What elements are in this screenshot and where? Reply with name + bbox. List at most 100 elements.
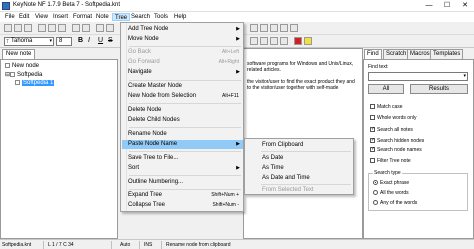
menu-item-navigate[interactable]: Navigate ▶ (122, 68, 243, 77)
options-icon[interactable] (280, 24, 288, 32)
highlight-icon[interactable] (304, 37, 312, 45)
font-select[interactable]: T Tahoma ▾ (4, 37, 54, 46)
match-case-checkbox[interactable]: Match case (370, 104, 403, 110)
submenu-item-as-date-and-time[interactable]: As Date and Time (246, 174, 353, 183)
style-icon[interactable] (270, 24, 278, 32)
maximize-button[interactable]: ☐ (438, 0, 456, 12)
tab-macros[interactable]: Macros (407, 49, 433, 59)
checkbox-checked-icon (370, 146, 375, 153)
new-file-icon[interactable] (4, 24, 12, 32)
node-icon (10, 71, 16, 77)
menu-item-delete-child-nodes[interactable]: Delete Child Nodes (122, 116, 243, 125)
checkbox-checked-icon (370, 126, 375, 133)
chevron-down-icon[interactable]: ▾ (463, 73, 466, 79)
menu-item-go-back[interactable]: Go Back Alt+Left (122, 48, 243, 57)
menu-item-expand-tree[interactable]: Expand Tree Shift+Num + (122, 191, 243, 200)
menu-item-paste-node-name[interactable]: Paste Node Name ▶ (122, 140, 243, 149)
help-icon[interactable] (290, 24, 298, 32)
word-wrap-icon[interactable] (260, 24, 268, 32)
note-tabs: New note (0, 48, 120, 59)
any-of-the-words-radio[interactable]: Any of the words (373, 200, 417, 206)
filter-tree-note-checkbox[interactable]: Filter Tree note (370, 158, 411, 164)
menu-item-rename-node[interactable]: Rename Node (122, 130, 243, 139)
radio-icon (373, 200, 378, 206)
indent-icon[interactable] (270, 37, 278, 45)
copy-icon[interactable] (48, 24, 56, 32)
menu-item-move-node[interactable]: Move Node ▶ (122, 35, 243, 44)
font-color-icon[interactable] (294, 37, 302, 45)
tree-toggle-icon[interactable] (250, 24, 258, 32)
redo-icon[interactable] (82, 24, 90, 32)
menu-bar: File Edit View Insert Format Note Tree S… (0, 12, 474, 22)
tab-scratch[interactable]: Scratch (383, 49, 410, 59)
numbered-list-icon[interactable] (260, 37, 268, 45)
submenu-item-from-selected-text[interactable]: From Selected Text (246, 186, 353, 195)
menu-search[interactable]: Search (129, 13, 152, 21)
all-the-words-radio[interactable]: All the words (373, 190, 409, 196)
find-text-input[interactable]: ▾ (368, 72, 468, 81)
menu-item-sort[interactable]: Sort ▶ (122, 164, 243, 173)
resource-tabs: Find Scratch Macros Templates (363, 48, 474, 59)
menu-item-outline-numbering[interactable]: Outline Numbering... (122, 178, 243, 187)
tree-node-new-node[interactable]: New node (5, 62, 39, 70)
menu-item-delete-node[interactable]: Delete Node (122, 106, 243, 115)
find-icon[interactable] (96, 24, 104, 32)
status-bar: Softpedia.knt L 1 / 7 C 34 Auto INS Rena… (0, 239, 474, 249)
underline-button[interactable]: U (98, 36, 103, 46)
tree-menu-dropdown: Add Tree Node ▶ Move Node ▶ Go Back Alt+Lef… (120, 22, 244, 212)
menu-item-create-master-node[interactable]: Create Master Node (122, 82, 243, 91)
status-ins: INS (142, 241, 162, 249)
menu-tools[interactable]: Tools (152, 13, 170, 21)
print-icon[interactable] (106, 24, 114, 32)
status-mode: Auto (118, 241, 140, 249)
cut-icon[interactable] (38, 24, 46, 32)
paste-node-name-submenu: From Clipboard As Date As Time As Date a… (244, 138, 354, 195)
bullet-list-icon[interactable] (250, 37, 258, 45)
submenu-item-as-date[interactable]: As Date (246, 154, 353, 163)
submenu-item-as-time[interactable]: As Time (246, 164, 353, 173)
menu-edit[interactable]: Edit (17, 13, 31, 21)
menu-item-add-tree-node[interactable]: Add Tree Node ▶ (122, 25, 243, 34)
tab-find[interactable]: Find (364, 49, 382, 59)
chevron-right-icon: ▶ (236, 26, 240, 32)
italic-button[interactable]: I (88, 36, 90, 46)
menu-format[interactable]: Format (71, 13, 94, 21)
open-file-icon[interactable] (14, 24, 22, 32)
search-type-group: Search type Exact phrase All the words A… (368, 170, 468, 211)
minimize-button[interactable]: — (420, 0, 438, 12)
close-button[interactable]: ✕ (456, 0, 474, 12)
menu-insert[interactable]: Insert (51, 13, 70, 21)
undo-icon[interactable] (72, 24, 80, 32)
exact-phrase-radio[interactable]: Exact phrase (373, 180, 409, 186)
paste-icon[interactable] (58, 24, 66, 32)
find-all-button[interactable]: All (368, 84, 404, 94)
menu-item-save-tree-to-file[interactable]: Save Tree to File... (122, 154, 243, 163)
menu-view[interactable]: View (33, 13, 50, 21)
search-all-notes-checkbox[interactable]: Search all notes (370, 126, 413, 133)
save-icon[interactable] (24, 24, 32, 32)
results-button[interactable]: Results (410, 84, 468, 94)
search-hidden-nodes-checkbox[interactable]: Search hidden nodes (370, 137, 424, 144)
font-size-select[interactable]: 8 (56, 37, 72, 46)
tree-node-softpedia[interactable]: ⊟ Softpedia (5, 71, 42, 79)
search-type-caption: Search type (373, 170, 402, 176)
status-message: Rename node from clipboard (166, 242, 231, 248)
search-node-names-checkbox[interactable]: Search node names (370, 146, 422, 153)
menu-item-go-forward[interactable]: Go Forward Alt+Right (122, 58, 243, 67)
tab-templates[interactable]: Templates (430, 49, 464, 59)
menu-note[interactable]: Note (94, 13, 111, 21)
strike-button[interactable]: S (108, 36, 113, 46)
menu-tree[interactable]: Tree (112, 13, 131, 21)
menu-item-new-node-from-selection[interactable]: New Node from Selection Alt+F11 (122, 92, 243, 101)
outdent-icon[interactable] (280, 37, 288, 45)
chevron-right-icon: ▶ (236, 36, 240, 42)
tab-new-note[interactable]: New note (2, 49, 36, 59)
menu-item-collapse-tree[interactable]: Collapse Tree Shift+Num - (122, 201, 243, 210)
app-icon (2, 2, 10, 10)
submenu-item-from-clipboard[interactable]: From Clipboard (246, 141, 353, 150)
menu-help[interactable]: Help (172, 13, 188, 21)
menu-file[interactable]: File (3, 13, 17, 21)
bold-button[interactable]: B (78, 36, 83, 46)
tree-node-softpedia-1[interactable]: Softpedia 1 (15, 79, 55, 87)
whole-words-checkbox[interactable]: Whole words only (370, 115, 416, 121)
